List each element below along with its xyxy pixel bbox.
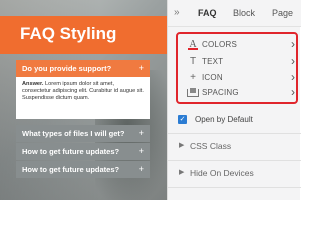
chevron-right-icon: › bbox=[291, 70, 295, 84]
faq-question-text: How to get future updates? bbox=[22, 165, 120, 174]
faq-answer: Answer. Lorem ipsum dolor sit amet, cons… bbox=[16, 77, 150, 119]
faq-question-text: Do you provide support? bbox=[22, 64, 112, 73]
faq-question-expanded[interactable]: Do you provide support? + bbox=[16, 60, 150, 77]
divider bbox=[168, 187, 301, 188]
faq-preview: FAQ Styling Do you provide support? + An… bbox=[0, 0, 167, 200]
option-colors[interactable]: A COLORS › bbox=[182, 37, 295, 53]
expand-icon: + bbox=[138, 164, 144, 174]
divider bbox=[168, 160, 301, 161]
caret-right-icon: ▶ bbox=[179, 169, 185, 176]
open-by-default-checkbox[interactable]: ✓ bbox=[178, 115, 187, 124]
open-by-default-row[interactable]: ✓ Open by Default bbox=[176, 114, 298, 126]
section-css-class[interactable]: ▶ CSS Class bbox=[176, 140, 298, 154]
option-label: ICON bbox=[202, 73, 223, 82]
panel-tabs: » FAQ Block Page bbox=[168, 0, 301, 27]
section-label: Hide On Devices bbox=[190, 168, 254, 178]
tab-page[interactable]: Page bbox=[272, 8, 293, 18]
expand-icon: + bbox=[138, 63, 144, 73]
plus-icon: + bbox=[190, 72, 196, 83]
color-swatch-bar bbox=[188, 48, 198, 50]
option-label: TEXT bbox=[202, 57, 224, 66]
section-hide-on-devices[interactable]: ▶ Hide On Devices bbox=[176, 167, 298, 181]
expand-icon: + bbox=[138, 146, 144, 156]
option-text[interactable]: T TEXT › bbox=[182, 54, 295, 70]
open-by-default-label: Open by Default bbox=[195, 115, 253, 124]
chevron-right-icon: › bbox=[291, 54, 295, 68]
style-options-group: A COLORS › T TEXT › + ICON › SPACING › bbox=[176, 32, 298, 104]
caret-right-icon: ▶ bbox=[179, 142, 185, 149]
spacing-icon bbox=[187, 88, 199, 97]
tab-faq[interactable]: FAQ bbox=[198, 8, 217, 18]
faq-question[interactable]: How to get future updates? + bbox=[16, 143, 150, 160]
option-label: COLORS bbox=[202, 40, 237, 49]
faq-question[interactable]: How to get future updates? + bbox=[16, 161, 150, 178]
preview-title: FAQ Styling bbox=[20, 24, 117, 43]
answer-label: Answer. bbox=[22, 81, 44, 87]
chevron-right-icon: › bbox=[291, 85, 295, 99]
divider bbox=[168, 133, 301, 134]
tab-block[interactable]: Block bbox=[233, 8, 255, 18]
faq-question[interactable]: What types of files I will get? + bbox=[16, 125, 150, 142]
faq-question-text: How to get future updates? bbox=[22, 147, 120, 156]
option-spacing[interactable]: SPACING › bbox=[182, 85, 295, 101]
text-icon: T bbox=[189, 56, 197, 67]
settings-panel: » FAQ Block Page A COLORS › T TEXT › + I… bbox=[167, 0, 301, 200]
chevron-right-icon: › bbox=[291, 37, 295, 51]
option-label: SPACING bbox=[202, 88, 239, 97]
faq-question-text: What types of files I will get? bbox=[22, 129, 125, 138]
section-label: CSS Class bbox=[190, 141, 232, 151]
collapse-panel-icon[interactable]: » bbox=[174, 7, 180, 18]
option-icon[interactable]: + ICON › bbox=[182, 70, 295, 86]
expand-icon: + bbox=[138, 128, 144, 138]
